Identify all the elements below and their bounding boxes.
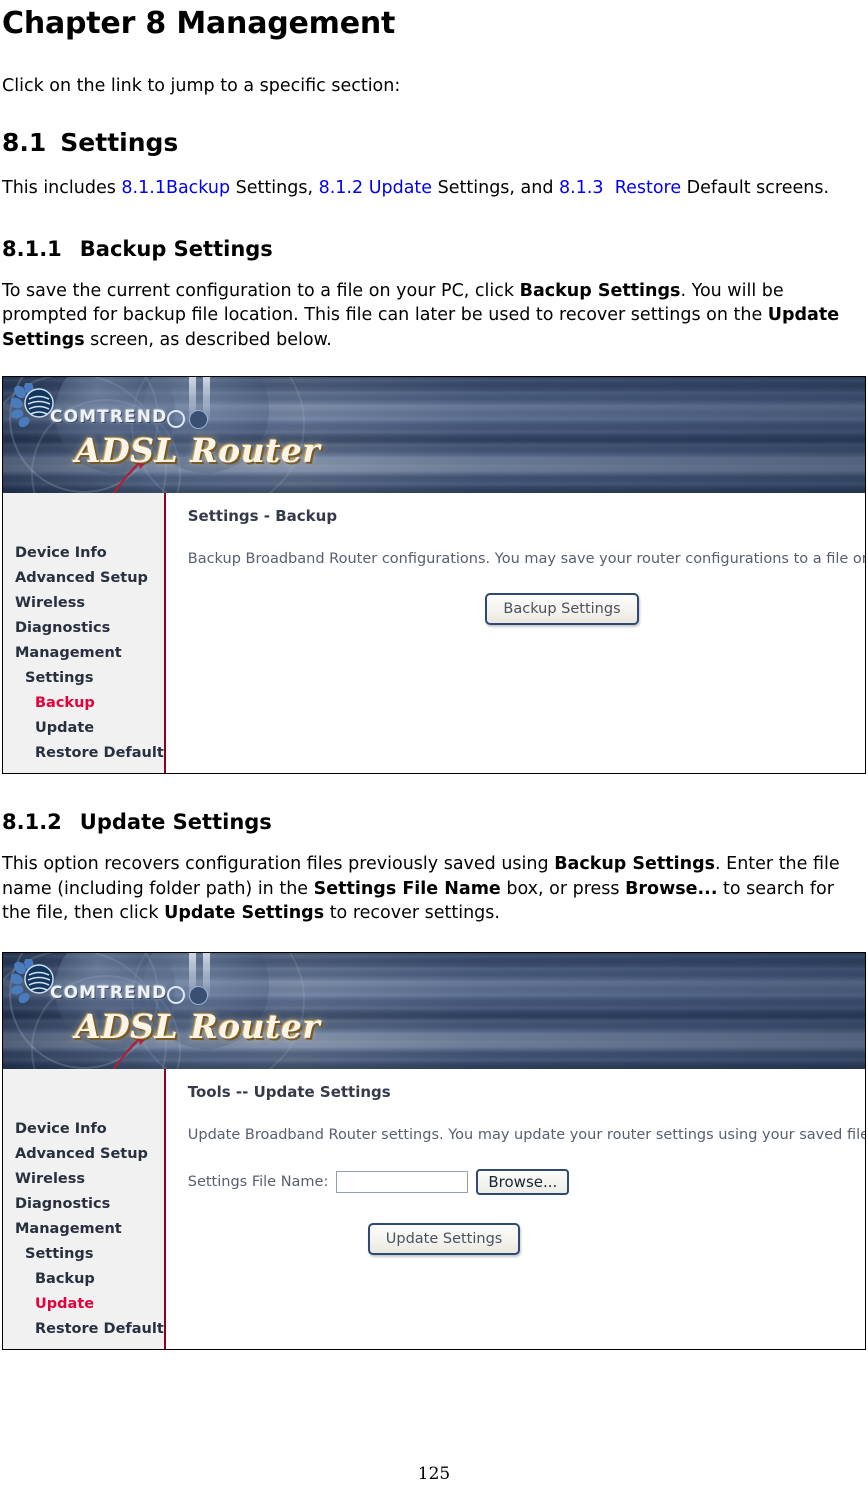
router-sidebar-nav: Device Info Advanced Setup Wireless Diag… (3, 1068, 166, 1349)
router-ui-body: Device Info Advanced Setup Wireless Diag… (3, 493, 865, 773)
panel-action-row: Backup Settings (188, 593, 865, 625)
product-name: ADSL Router (75, 1006, 321, 1046)
settings-file-name-input[interactable] (336, 1170, 469, 1193)
section-8-1-2-paragraph: This option recovers configuration files… (2, 852, 866, 926)
document-page: Chapter 8 Management Click on the link t… (0, 4, 868, 1492)
panel-description: Update Broadband Router settings. You ma… (187, 1126, 866, 1143)
router-screenshot-backup: COMTREND ADSL Router Device Info Advance… (2, 376, 866, 774)
sidebar-item-settings[interactable]: Settings (11, 666, 164, 691)
settings-file-name-row: Settings File Name: Browse... (187, 1168, 865, 1195)
sidebar-item-device-info[interactable]: Device Info (11, 1117, 164, 1142)
sidebar-item-backup[interactable]: Backup (11, 1267, 164, 1292)
sidebar-item-backup[interactable]: Backup (11, 691, 164, 716)
para-mid-2: Settings, and (432, 178, 560, 198)
banner-circle-outline-icon (167, 985, 185, 1004)
browse-button[interactable]: Browse... (476, 1168, 570, 1195)
router-content-panel: Settings - Backup Backup Broadband Route… (165, 493, 866, 773)
subsection-number: 8.1.2 (2, 810, 62, 834)
bold-backup-settings: Backup Settings (554, 854, 716, 874)
section-8-1-1-paragraph: To save the current configuration to a f… (2, 279, 866, 353)
sidebar-item-device-info[interactable]: Device Info (11, 541, 164, 566)
sidebar-item-wireless[interactable]: Wireless (11, 1167, 164, 1192)
section-8-1-paragraph: This includes 8.1.1Backup Settings, 8.1.… (2, 176, 866, 201)
sidebar-item-update[interactable]: Update (11, 716, 164, 741)
panel-title: Settings - Backup (187, 507, 338, 525)
para-tail: Default screens. (681, 178, 830, 198)
sidebar-item-restore-default[interactable]: Restore Default (11, 741, 164, 766)
backup-settings-button[interactable]: Backup Settings (485, 593, 639, 625)
para-mid-1: Settings, (230, 178, 319, 198)
settings-file-name-label: Settings File Name: (187, 1173, 329, 1190)
router-screenshot-update: COMTREND ADSL Router Device Info Advance… (2, 951, 866, 1350)
router-ui-body: Device Info Advanced Setup Wireless Diag… (3, 1068, 866, 1349)
bold-backup-settings: Backup Settings (519, 280, 681, 301)
xref-8-1-3-restore[interactable]: Restore (615, 178, 681, 198)
bold-update-settings: Update Settings (164, 903, 325, 923)
para-text: To save the current configuration to a f… (2, 280, 520, 301)
panel-description: Backup Broadband Router configurations. … (187, 551, 866, 567)
xref-8-1-1-number[interactable]: 8.1.1 (121, 178, 166, 198)
banner-circle-outline-icon (167, 410, 185, 428)
bold-settings-file-name: Settings File Name (313, 878, 501, 899)
bold-browse: Browse... (625, 878, 718, 899)
sidebar-item-restore-default[interactable]: Restore Default (11, 1317, 164, 1342)
router-content-panel: Tools -- Update Settings Update Broadban… (165, 1068, 866, 1349)
sidebar-item-advanced-setup[interactable]: Advanced Setup (11, 1142, 164, 1167)
intro-paragraph: Click on the link to jump to a specific … (2, 76, 401, 96)
chapter-title: Chapter 8 Management (2, 6, 396, 41)
xref-8-1-2-update[interactable]: Update (369, 178, 432, 198)
sidebar-item-diagnostics[interactable]: Diagnostics (11, 1192, 164, 1217)
router-sidebar-nav: Device Info Advanced Setup Wireless Diag… (3, 493, 166, 773)
comtrend-wordmark: COMTREND (50, 407, 168, 427)
section-heading-8-1-2: 8.1.2 Update Settings (2, 808, 866, 836)
section-number: 8.1 (2, 128, 47, 157)
xref-8-1-2-number[interactable]: 8.1.2 (319, 178, 364, 198)
para-text: to recover settings. (324, 903, 500, 923)
para-text: box, or press (500, 878, 626, 899)
sidebar-item-advanced-setup[interactable]: Advanced Setup (11, 566, 164, 591)
xref-8-1-3-number[interactable]: 8.1.3 (559, 178, 604, 198)
xref-8-1-1-backup[interactable]: Backup (166, 178, 230, 198)
product-name: ADSL Router (75, 431, 321, 470)
sidebar-item-management[interactable]: Management (11, 1217, 164, 1242)
sidebar-item-diagnostics[interactable]: Diagnostics (11, 616, 164, 641)
page-number: 125 (417, 1464, 451, 1484)
panel-action-row: Update Settings (188, 1222, 865, 1255)
sidebar-item-wireless[interactable]: Wireless (11, 591, 164, 616)
subsection-title: Update Settings (79, 810, 272, 834)
panel-title: Tools -- Update Settings (187, 1082, 391, 1101)
subsection-title: Backup Settings (79, 236, 273, 261)
update-settings-button[interactable]: Update Settings (367, 1222, 521, 1255)
banner-circle-filled-icon (189, 410, 208, 429)
sidebar-item-management[interactable]: Management (11, 641, 164, 666)
sidebar-item-settings[interactable]: Settings (11, 1242, 164, 1267)
para-text: This option recovers configuration files… (2, 854, 555, 874)
section-heading-8-1-1: 8.1.1 Backup Settings (2, 235, 866, 263)
comtrend-wordmark: COMTREND (50, 982, 168, 1003)
sidebar-item-update[interactable]: Update (11, 1292, 164, 1317)
banner-circle-filled-icon (189, 985, 208, 1005)
para-text: screen, as described below. (84, 329, 332, 350)
subsection-number: 8.1.1 (2, 236, 62, 261)
section-title: Settings (60, 128, 179, 157)
section-heading-8-1: 8.1 Settings (2, 126, 866, 160)
para-lead: This includes (2, 178, 122, 198)
